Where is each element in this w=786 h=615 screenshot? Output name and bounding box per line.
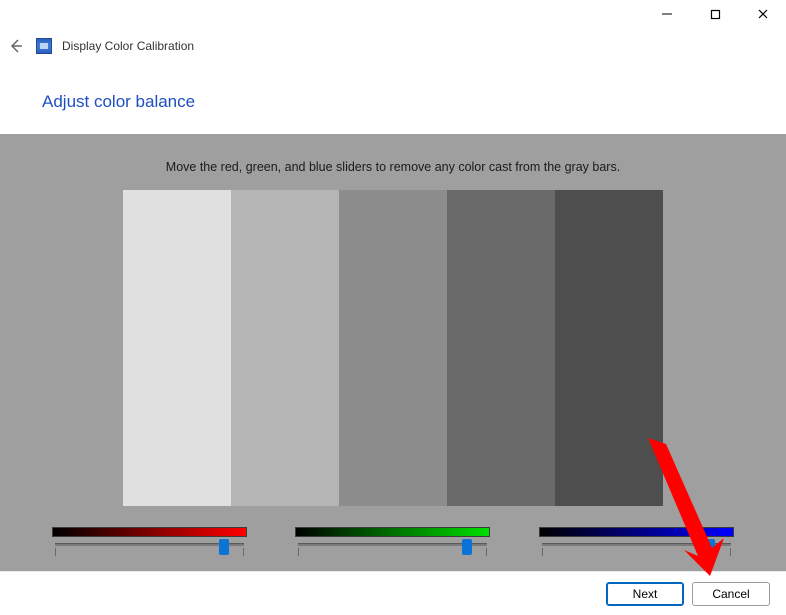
- close-button[interactable]: [748, 3, 778, 25]
- minimize-button[interactable]: [652, 3, 682, 25]
- app-icon: [36, 38, 52, 54]
- window-title: Display Color Calibration: [62, 39, 194, 53]
- sliders-row: [0, 527, 786, 555]
- blue-gradient: [539, 527, 734, 537]
- back-button[interactable]: [6, 36, 26, 56]
- red-gradient: [52, 527, 247, 537]
- green-slider[interactable]: [295, 539, 490, 555]
- gray-bar-3: [339, 190, 447, 506]
- gray-bars-panel: [0, 190, 786, 506]
- blue-slider[interactable]: [539, 539, 734, 555]
- gray-bar-2: [231, 190, 339, 506]
- green-slider-block: [295, 527, 490, 555]
- blue-slider-thumb[interactable]: [705, 539, 715, 555]
- next-button[interactable]: Next: [606, 582, 684, 606]
- window-titlebar: [0, 0, 786, 28]
- red-slider[interactable]: [52, 539, 247, 555]
- green-gradient: [295, 527, 490, 537]
- red-slider-thumb[interactable]: [219, 539, 229, 555]
- green-slider-thumb[interactable]: [462, 539, 472, 555]
- gray-bar-5: [555, 190, 663, 506]
- page-heading: Adjust color balance: [42, 92, 786, 112]
- heading-area: Adjust color balance: [0, 64, 786, 134]
- content-area: Move the red, green, and blue sliders to…: [0, 134, 786, 571]
- header-bar: Display Color Calibration: [0, 28, 786, 64]
- red-slider-block: [52, 527, 247, 555]
- cancel-button[interactable]: Cancel: [692, 582, 770, 606]
- maximize-button[interactable]: [700, 3, 730, 25]
- instruction-text: Move the red, green, and blue sliders to…: [0, 134, 786, 190]
- blue-slider-block: [539, 527, 734, 555]
- gray-bar-1: [123, 190, 231, 506]
- gray-bar-4: [447, 190, 555, 506]
- footer-bar: Next Cancel: [0, 571, 786, 615]
